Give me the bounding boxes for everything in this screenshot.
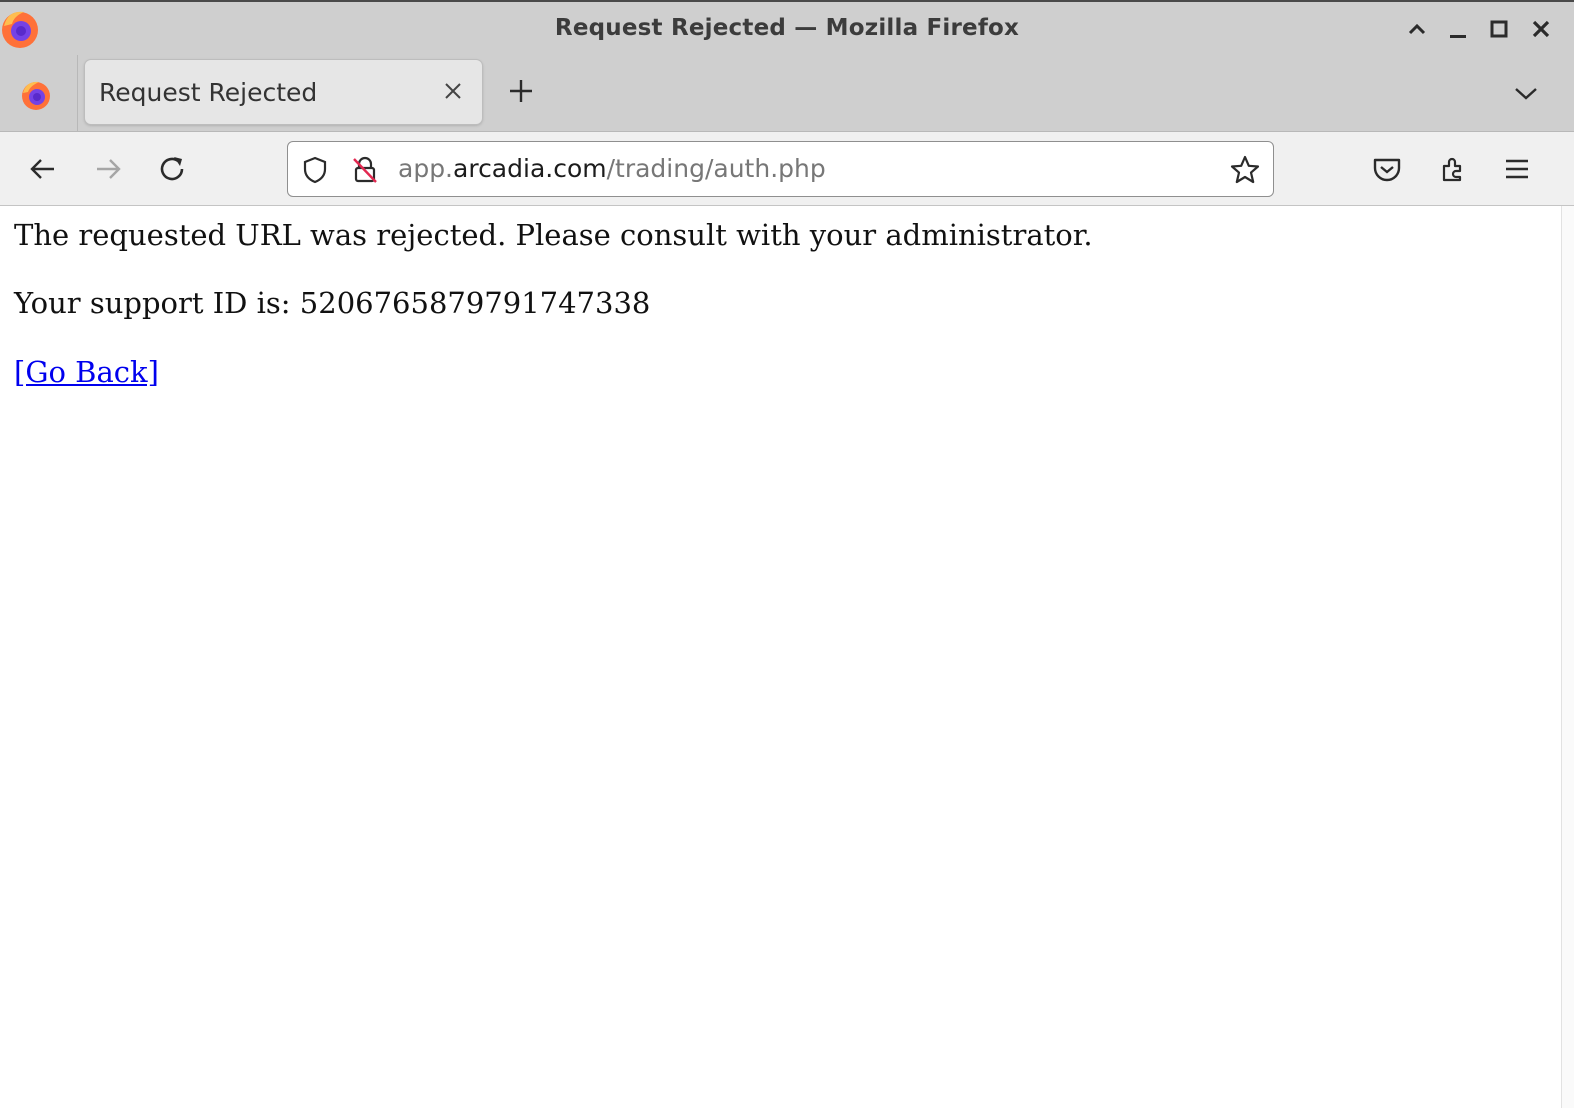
insecure-lock-icon[interactable] xyxy=(350,155,380,185)
url-text[interactable]: app.arcadia.com/trading/auth.php xyxy=(398,154,826,183)
url-bar[interactable]: app.arcadia.com/trading/auth.php xyxy=(287,141,1274,197)
rejection-message: The requested URL was rejected. Please c… xyxy=(14,218,1093,252)
firefox-view-icon xyxy=(22,81,50,110)
page-content: The requested URL was rejected. Please c… xyxy=(0,206,1562,1108)
maximize-icon[interactable] xyxy=(1486,16,1512,42)
go-back-link[interactable]: [Go Back] xyxy=(14,355,159,389)
tab-strip: Request Rejected xyxy=(0,55,1574,131)
window-title: Request Rejected — Mozilla Firefox xyxy=(554,15,1020,41)
reload-icon[interactable] xyxy=(156,152,190,186)
url-path: /trading/auth.php xyxy=(606,154,826,183)
navigation-toolbar: app.arcadia.com/trading/auth.php xyxy=(0,131,1574,206)
url-host: arcadia.com xyxy=(453,154,607,183)
back-arrow-icon[interactable] xyxy=(26,152,60,186)
bookmark-star-icon[interactable] xyxy=(1229,154,1261,186)
go-back-container: [Go Back] xyxy=(14,355,159,389)
forward-arrow-icon[interactable] xyxy=(91,152,125,186)
url-prefix: app. xyxy=(398,154,454,183)
support-id-text: Your support ID is: 5206765879791747338 xyxy=(14,286,651,320)
extensions-puzzle-icon[interactable] xyxy=(1436,152,1470,186)
pocket-icon[interactable] xyxy=(1370,152,1404,186)
hamburger-menu-icon[interactable] xyxy=(1500,152,1534,186)
scrollbar[interactable] xyxy=(1561,206,1574,1108)
minimize-icon[interactable] xyxy=(1445,16,1471,42)
shield-icon[interactable] xyxy=(300,155,330,185)
tab-request-rejected[interactable]: Request Rejected xyxy=(85,60,482,124)
close-tab-icon[interactable] xyxy=(442,80,464,102)
chevron-up-icon[interactable] xyxy=(1404,16,1430,42)
window-titlebar: Request Rejected — Mozilla Firefox xyxy=(0,0,1574,55)
chevron-down-icon[interactable] xyxy=(1512,79,1540,107)
firefox-view-button[interactable] xyxy=(0,55,78,131)
tab-title: Request Rejected xyxy=(99,78,318,107)
new-tab-icon[interactable] xyxy=(505,75,537,107)
close-window-icon[interactable] xyxy=(1528,16,1554,42)
